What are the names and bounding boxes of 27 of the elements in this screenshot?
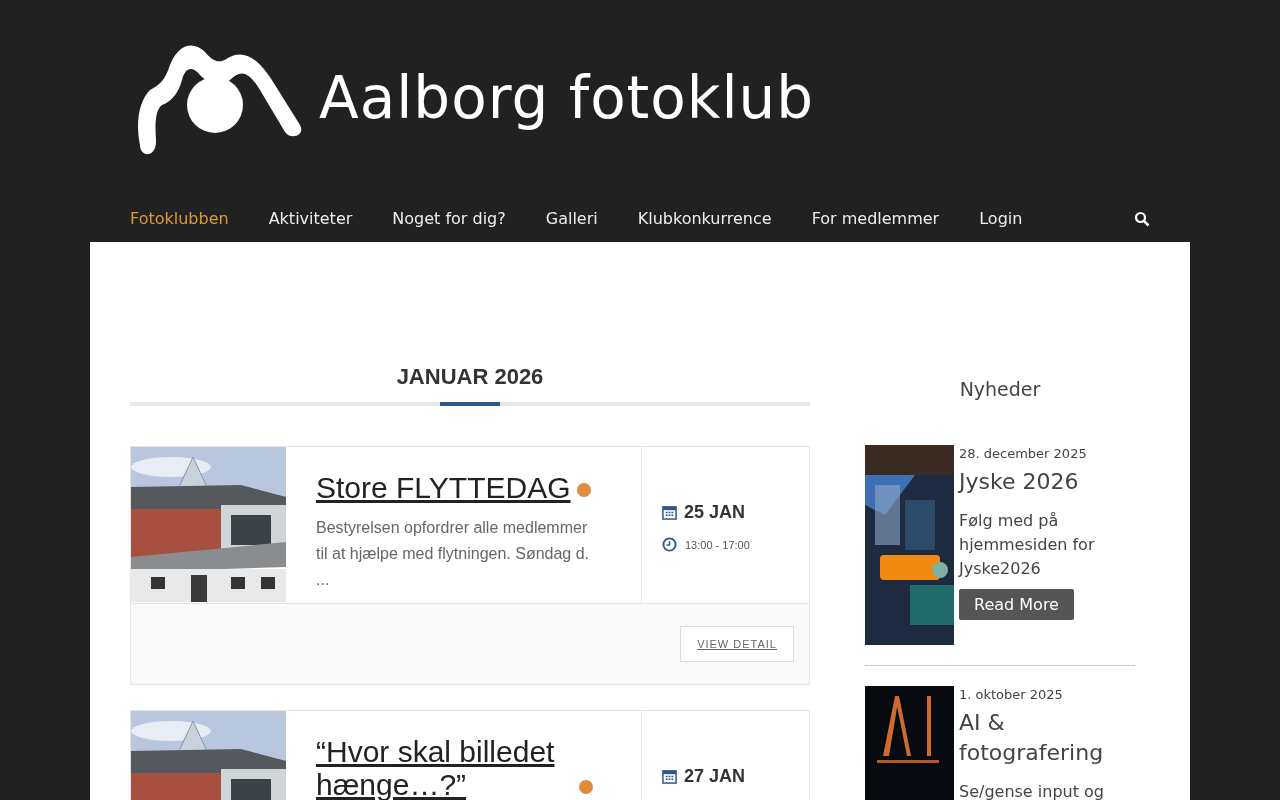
logo-text: Aalborg fotoklub: [319, 63, 815, 132]
clock-icon: [662, 537, 677, 552]
post-excerpt: Følg med på hjemmesiden for Jyske2026: [959, 510, 1096, 580]
post-title[interactable]: AI & fotografering: [959, 708, 1135, 768]
nav-item[interactable]: Aktiviteter: [268, 209, 353, 228]
calendar-icon: [662, 505, 677, 520]
view-detail-button[interactable]: VIEW DETAIL: [680, 625, 794, 662]
event-title[interactable]: Store FLYTTEDAG: [316, 471, 571, 505]
nav-item[interactable]: For medlemmer: [811, 209, 940, 228]
nav-item[interactable]: Noget for dig?: [392, 209, 506, 228]
read-more-button[interactable]: Read More: [959, 589, 1074, 620]
calendar-icon: [662, 768, 677, 784]
event-time: 13:00 - 17:00: [685, 538, 750, 551]
post-title[interactable]: Jyske 2026: [959, 467, 1135, 497]
nav-item[interactable]: Login: [979, 209, 1023, 228]
event-excerpt: Bestyrelsen opfordrer alle medlemmer til at hjælpe med flytningen. Søndag d. ...: [316, 517, 591, 590]
event-date: 27 JAN: [684, 765, 746, 787]
nav-item[interactable]: Fotoklubben: [130, 209, 229, 228]
post-date: 28. december 2025: [959, 446, 1088, 461]
nav-item[interactable]: Klubkonkurrence: [637, 209, 772, 228]
post-excerpt: Se/gense input og: [959, 781, 1105, 800]
event-date: 25 JAN: [684, 502, 746, 523]
sidebar-title: Nyheder: [958, 378, 1042, 400]
search-icon[interactable]: [1134, 210, 1150, 227]
post-date: 1. oktober 2025: [959, 687, 1064, 702]
nav-item[interactable]: Galleri: [545, 209, 598, 228]
month-heading: JANUAR 2026: [395, 364, 545, 391]
